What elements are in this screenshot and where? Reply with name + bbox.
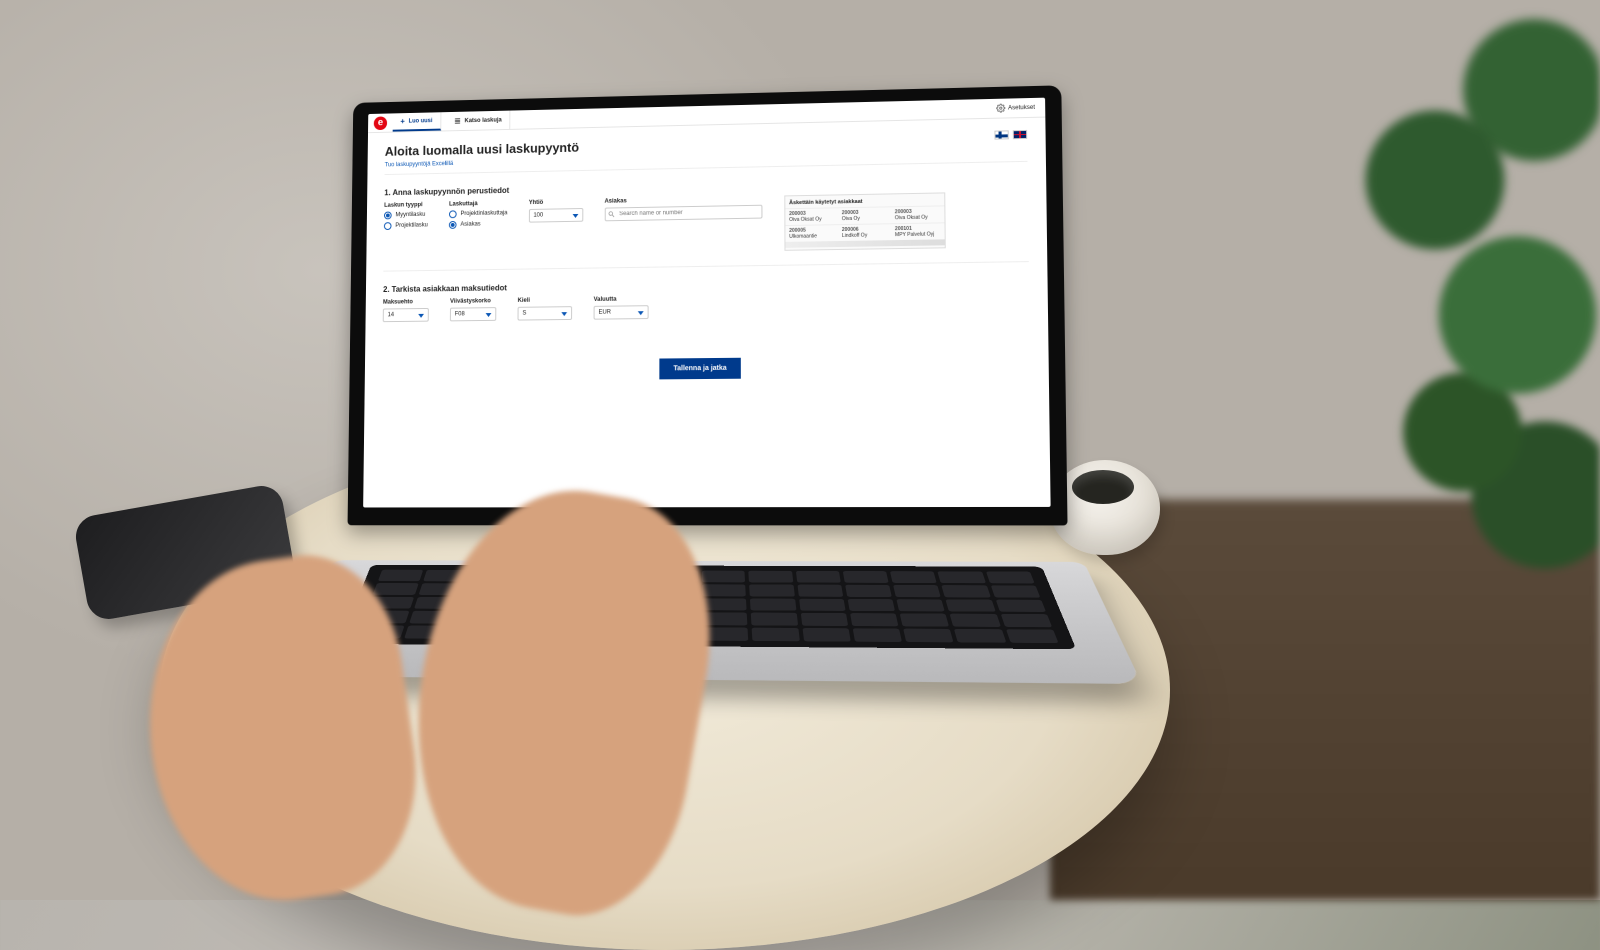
penalty-select[interactable]: F08 — [450, 307, 496, 321]
penalty-label: Viivästyskorko — [450, 298, 496, 304]
radio-icon — [449, 210, 457, 218]
currency-label: Valuutta — [594, 296, 649, 303]
field-company: Yhtiö 100 — [529, 199, 583, 222]
recent-customer-item[interactable]: 200006Lindkoff Oy — [838, 223, 891, 241]
customer-label: Asiakas — [605, 196, 763, 205]
customer-search-input[interactable] — [604, 205, 762, 222]
language-select[interactable]: S — [518, 306, 573, 320]
recent-customer-item[interactable]: 200003Oiva Oksat Oy — [891, 205, 944, 223]
company-select[interactable]: 100 — [529, 208, 583, 223]
save-continue-button[interactable]: Tallenna ja jatka — [660, 358, 741, 380]
settings-label: Asetukset — [1008, 104, 1035, 111]
radio-project-invoicer-label: Projektinlaskuttaja — [460, 210, 507, 217]
payment-terms-select[interactable]: 14 — [383, 308, 429, 322]
language-label: Kieli — [518, 297, 573, 304]
radio-icon — [384, 222, 392, 230]
tab-create-new[interactable]: + Luo uusi — [393, 112, 441, 131]
radio-sales-invoice[interactable]: Myyntilasku — [384, 211, 428, 220]
recent-customer-item[interactable]: 200101MPY Palvelut Oyj — [891, 222, 945, 240]
app-screen: e + Luo uusi ≣ Katso laskuja Asetukset — [363, 98, 1050, 508]
company-label: Yhtiö — [529, 199, 583, 206]
recent-customer-item[interactable]: 200005Ulkomaantie — [785, 224, 838, 242]
search-icon — [607, 210, 615, 218]
invoicer-label: Laskuttaja — [449, 201, 507, 208]
recent-customers-panel: Äskettäin käytetyt asiakkaat 200003Oiva … — [784, 192, 945, 250]
radio-project-invoice-label: Projektilasku — [395, 222, 428, 228]
tab-create-new-label: Luo uusi — [409, 118, 433, 124]
plus-icon: + — [400, 117, 405, 125]
tab-view-invoices-label: Katso laskuja — [465, 117, 502, 124]
radio-customer-invoicer[interactable]: Asiakas — [449, 220, 507, 229]
invoice-type-label: Laskun tyyppi — [384, 202, 428, 209]
radio-project-invoice[interactable]: Projektilasku — [384, 222, 428, 231]
page-title: Aloita luomalla uusi laskupyyntö — [385, 140, 579, 159]
radio-customer-invoicer-label: Asiakas — [460, 222, 480, 228]
import-excel-link[interactable]: Tuo laskupyyntöjä Excelillä — [385, 161, 454, 168]
field-penalty-interest: Viivästyskorko F08 — [450, 298, 497, 321]
field-customer: Asiakas — [604, 196, 762, 221]
field-invoice-type: Laskun tyyppi Myyntilasku Projektilasku — [384, 202, 428, 230]
language-flag-fi[interactable] — [994, 130, 1008, 139]
gear-icon — [996, 104, 1005, 113]
currency-select[interactable]: EUR — [594, 305, 649, 319]
field-language: Kieli S — [518, 297, 573, 320]
radio-sales-invoice-label: Myyntilasku — [395, 212, 425, 218]
recent-customer-item[interactable]: 200003Oiva Oksat Oy — [785, 207, 838, 225]
section-2-title: 2. Tarkista asiakkaan maksutiedot — [383, 276, 1029, 294]
settings-link[interactable]: Asetukset — [996, 103, 1039, 113]
field-currency: Valuutta EUR — [594, 296, 649, 319]
recent-customer-item[interactable]: 200003Oiva Oy — [838, 206, 891, 224]
radio-icon — [449, 221, 457, 229]
field-payment-terms: Maksuehto 14 — [383, 299, 429, 322]
language-flag-en[interactable] — [1013, 130, 1027, 139]
field-invoicer: Laskuttaja Projektinlaskuttaja Asiakas — [449, 201, 508, 229]
radio-icon — [384, 212, 392, 220]
app-logo: e — [374, 116, 387, 130]
list-icon: ≣ — [454, 117, 460, 125]
tab-view-invoices[interactable]: ≣ Katso laskuja — [447, 111, 511, 131]
recent-customers-panel-wrap: Äskettäin käytetyt asiakkaat 200003Oiva … — [784, 192, 945, 250]
radio-project-invoicer[interactable]: Projektinlaskuttaja — [449, 209, 507, 218]
payment-terms-label: Maksuehto — [383, 299, 429, 305]
